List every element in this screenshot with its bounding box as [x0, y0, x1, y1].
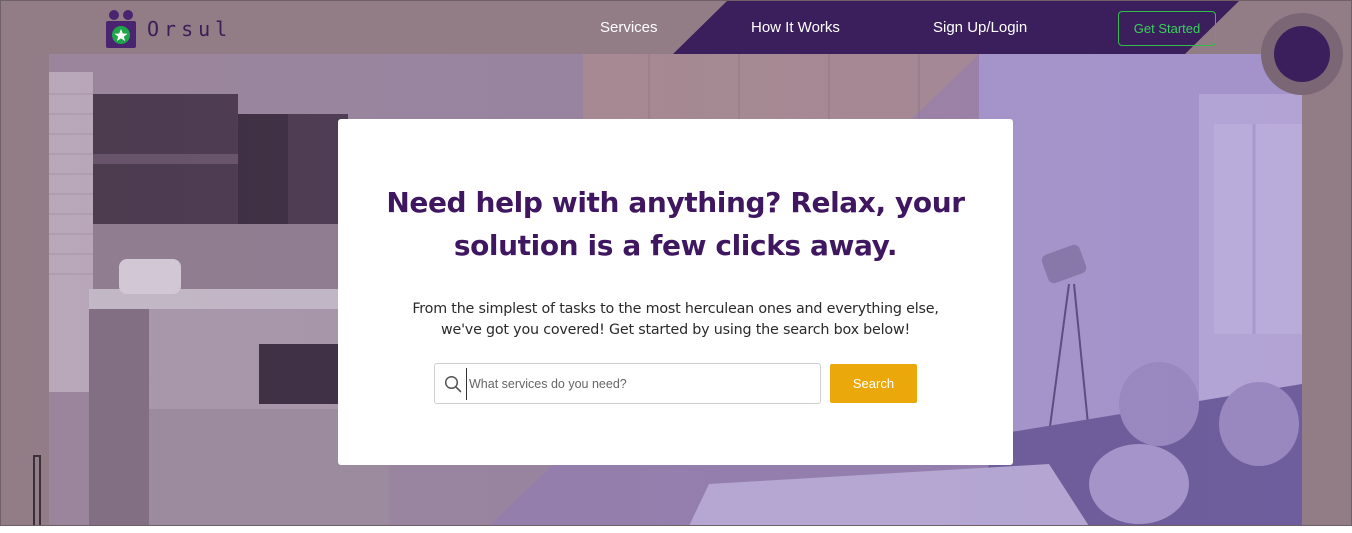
nav-link-sign-up-login[interactable]: Sign Up/Login: [933, 19, 1027, 36]
search-input[interactable]: [466, 367, 820, 400]
brand-name: Orsul: [147, 17, 233, 41]
decorative-bracket: [33, 455, 41, 525]
nav-link-how-it-works[interactable]: How It Works: [751, 19, 840, 36]
search-button[interactable]: Search: [830, 364, 917, 403]
hero-search-card: Need help with anything? Relax, your sol…: [338, 119, 1013, 465]
decorative-circle-inner: [1274, 26, 1330, 82]
get-started-button[interactable]: Get Started: [1118, 11, 1216, 46]
people-star-logo-icon: [105, 9, 137, 49]
brand-logo[interactable]: Orsul: [105, 9, 232, 49]
search-icon: [444, 375, 462, 393]
hero-headline: Need help with anything? Relax, your sol…: [386, 186, 965, 262]
search-field[interactable]: [434, 363, 821, 404]
nav-link-services[interactable]: Services: [600, 19, 658, 36]
hero-subtext: From the simplest of tasks to the most h…: [412, 301, 939, 338]
page-frame: Orsul Services How It Works Sign Up/Logi…: [0, 0, 1352, 526]
